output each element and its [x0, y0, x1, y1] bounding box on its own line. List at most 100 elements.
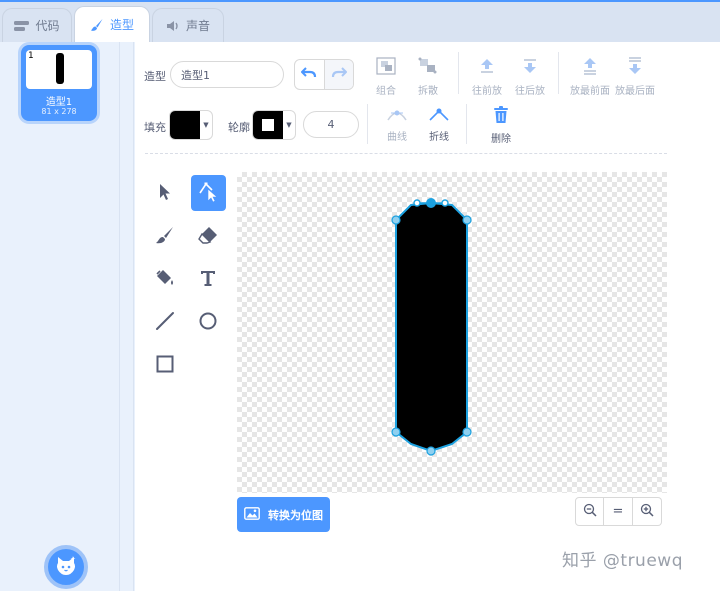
- anchor-point[interactable]: [391, 427, 401, 437]
- costume-size: 81 x 278: [41, 107, 77, 116]
- tab-label: 造型: [109, 18, 134, 32]
- line-icon: [155, 311, 175, 334]
- zoom-out-icon: [583, 503, 597, 521]
- tab-label: 代码: [35, 19, 60, 33]
- cat-icon: [55, 555, 77, 579]
- backward-button[interactable]: 往后放: [507, 56, 553, 97]
- group-button[interactable]: 组合: [363, 56, 409, 97]
- anchor-point[interactable]: [391, 215, 401, 225]
- brush-tool[interactable]: [148, 219, 182, 253]
- outline-width-input[interactable]: 4: [303, 111, 359, 138]
- zoom-in-icon: [640, 503, 654, 521]
- redo-button[interactable]: [323, 60, 353, 89]
- costume-thumbnail-shape: [56, 53, 64, 84]
- costume-shape[interactable]: [395, 201, 468, 453]
- paintbrush-icon: [90, 18, 104, 32]
- bucket-icon: [155, 268, 175, 291]
- delete-button[interactable]: 删除: [478, 106, 524, 145]
- ungroup-button[interactable]: 拆散: [405, 56, 451, 97]
- rect-tool[interactable]: [148, 348, 182, 382]
- image-icon: [244, 506, 260, 523]
- caret-down-icon: ▼: [203, 121, 209, 129]
- anchor-point[interactable]: [462, 215, 472, 225]
- toolbar-separator: [145, 153, 667, 154]
- tab-label: 声音: [185, 19, 210, 33]
- circle-icon: [198, 311, 218, 334]
- rect-icon: [155, 354, 175, 377]
- redo-icon: [331, 67, 347, 82]
- toolbar-divider: [466, 104, 467, 144]
- toolbar-divider: [458, 52, 459, 94]
- costume-thumbnail: 1: [26, 50, 92, 89]
- curve-point-icon: [386, 108, 408, 125]
- reshape-icon: [198, 181, 220, 206]
- outline-color-picker[interactable]: ▼: [252, 110, 296, 140]
- select-tool[interactable]: [148, 176, 182, 210]
- zoom-controls: =: [575, 497, 662, 526]
- convert-to-bitmap-button[interactable]: 转换为位图: [237, 497, 330, 532]
- add-costume-button[interactable]: [44, 545, 88, 589]
- circle-tool[interactable]: [191, 305, 225, 339]
- undo-icon: [301, 67, 317, 82]
- zoom-reset-button[interactable]: =: [604, 497, 633, 526]
- curve-label: 曲线: [387, 132, 407, 143]
- zoom-out-button[interactable]: [575, 497, 604, 526]
- tab-sounds[interactable]: 声音: [152, 8, 224, 42]
- forward-button[interactable]: 往前放: [464, 56, 510, 97]
- fill-label: 填充: [144, 121, 166, 134]
- costume-list-panel: [0, 42, 120, 591]
- code-icon: [14, 20, 30, 32]
- eraser-tool[interactable]: [191, 219, 225, 253]
- back-label: 放最后面: [615, 86, 655, 97]
- text-tool[interactable]: [191, 262, 225, 296]
- anchor-point[interactable]: [426, 446, 436, 456]
- back-button[interactable]: 放最后面: [612, 56, 658, 97]
- brush-icon: [155, 226, 175, 247]
- outline-label: 轮廓: [228, 121, 250, 134]
- corner-point-icon: [428, 108, 450, 125]
- forward-label: 往前放: [472, 86, 502, 97]
- costume-name-label: 造型: [144, 70, 166, 83]
- group-icon: [375, 56, 397, 79]
- trash-icon: [493, 106, 509, 127]
- speaker-icon: [166, 20, 180, 32]
- ungroup-label: 拆散: [418, 86, 438, 97]
- costume-item[interactable]: 1 造型1 81 x 278: [21, 45, 97, 121]
- costume-index: 1: [28, 51, 34, 61]
- line-tool[interactable]: [148, 305, 182, 339]
- reshape-tool[interactable]: [191, 175, 226, 211]
- move-to-back-icon: [625, 56, 645, 79]
- arrow-icon: [157, 183, 173, 204]
- costume-list-scrollbar[interactable]: [120, 42, 134, 591]
- fill-tool[interactable]: [148, 262, 182, 296]
- move-to-front-icon: [580, 56, 600, 79]
- zoom-in-button[interactable]: [633, 497, 662, 526]
- canvas-artwork: [391, 198, 472, 456]
- group-label: 组合: [376, 86, 396, 97]
- fill-color-swatch: [170, 111, 200, 139]
- caret-down-icon: ▼: [286, 121, 292, 129]
- costume-name-input[interactable]: 造型1: [170, 61, 284, 88]
- tab-costumes[interactable]: 造型: [74, 6, 150, 42]
- toolbar-divider: [367, 104, 368, 144]
- anchor-point[interactable]: [462, 427, 472, 437]
- fill-color-picker[interactable]: ▼: [169, 110, 213, 140]
- curve-button[interactable]: 曲线: [374, 108, 420, 143]
- convert-button-label: 转换为位图: [268, 508, 323, 522]
- polyline-button[interactable]: 折线: [416, 108, 462, 143]
- undo-button[interactable]: [295, 60, 324, 89]
- costume-name: 造型1: [45, 97, 73, 108]
- front-label: 放最前面: [570, 86, 610, 97]
- polyline-label: 折线: [429, 132, 449, 143]
- tab-code[interactable]: 代码: [2, 8, 72, 42]
- text-icon: [199, 269, 217, 290]
- delete-label: 删除: [491, 134, 511, 145]
- toolbar-divider: [558, 52, 559, 94]
- undo-redo-group: [294, 59, 354, 90]
- front-button[interactable]: 放最前面: [567, 56, 613, 97]
- outline-color-swatch: [253, 111, 283, 139]
- watermark: 知乎 @truewq: [562, 551, 683, 571]
- eraser-icon: [198, 226, 218, 247]
- move-backward-icon: [520, 56, 540, 79]
- drawing-canvas[interactable]: [237, 172, 667, 493]
